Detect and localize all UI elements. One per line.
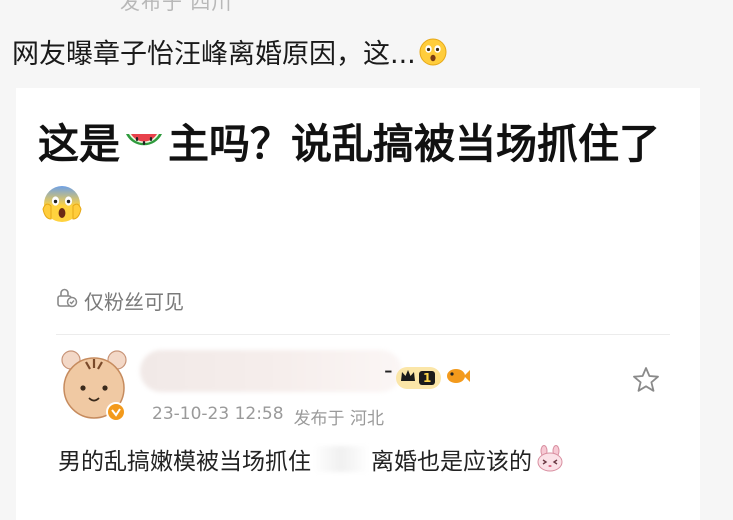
post-text-part2: 主吗？说乱搞被当场抓住了: [168, 120, 660, 168]
comment-location: 发布于 河北: [293, 409, 384, 429]
post-text: 这是 主吗？说乱搞被当场抓住了: [38, 114, 678, 234]
comment-text-part2: 离婚也是应该的: [371, 449, 532, 475]
commenter-name-suffix: -: [384, 356, 393, 384]
post-text-part1: 这是: [38, 120, 120, 168]
screaming-face-icon: [40, 182, 84, 226]
cut-off-location-text: 发布于 四川: [120, 0, 233, 14]
comment-timestamp: 23-10-23 12:58: [152, 404, 284, 424]
comment-text: 男的乱搞嫩模被当场抓住 离婚也是应该的: [58, 442, 564, 476]
bunny-face-icon: [536, 445, 564, 473]
level-number: 1: [419, 371, 436, 385]
crown-icon: [400, 369, 416, 387]
fish-badge-icon: [445, 366, 471, 390]
visibility-lock-icon: [56, 287, 78, 314]
divider: [56, 334, 670, 335]
post-card: 这是 主吗？说乱搞被当场抓住了 仅粉丝可见 - 1 23-10-23 12:58…: [16, 88, 700, 520]
astonished-face-icon: [418, 37, 448, 67]
commenter-avatar[interactable]: [58, 344, 130, 424]
comment-redaction: [313, 446, 369, 472]
favorite-star-icon[interactable]: [630, 364, 662, 396]
comment-text-part1: 男的乱搞嫩模被当场抓住: [58, 449, 311, 475]
commenter-name-redacted: [140, 350, 402, 392]
visibility-indicator: 仅粉丝可见: [56, 286, 184, 315]
headline-text: 网友曝章子怡汪峰离婚原因，这...: [12, 39, 416, 70]
comment-meta: 23-10-23 12:58 发布于 河北: [152, 404, 384, 429]
level-badge[interactable]: 1: [396, 367, 442, 389]
badge-row: 1: [396, 366, 471, 390]
visibility-label: 仅粉丝可见: [84, 290, 184, 314]
watermelon-icon: [122, 122, 166, 166]
page-headline: 网友曝章子怡汪峰离婚原因，这...: [12, 32, 448, 71]
